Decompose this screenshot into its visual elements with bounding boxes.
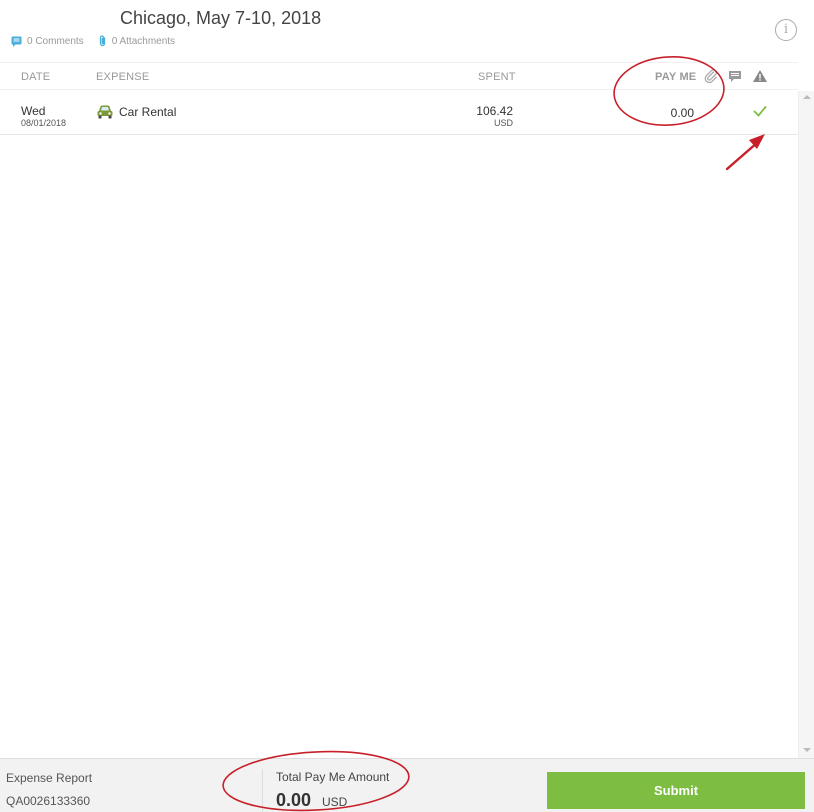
table-row[interactable]: Wed 08/01/2018 Car Rental 106.42 USD 0.0… (0, 91, 798, 135)
annotation-arrow (725, 134, 765, 171)
row-pay-me-amount: 0.00 (670, 106, 694, 120)
comments-count: 0 Comments (27, 35, 84, 47)
car-icon (97, 105, 113, 119)
total-pay-me-amount: 0.00 (276, 790, 312, 810)
attachments-count: 0 Attachments (111, 35, 176, 47)
checkmark-icon (753, 106, 767, 117)
report-footer: Expense Report QA0026133360 Total Pay Me… (0, 758, 814, 812)
comment-icon (11, 36, 22, 47)
submit-button[interactable]: Submit (547, 772, 805, 809)
row-date: 08/01/2018 (21, 118, 67, 128)
report-title: Chicago, May 7-10, 2018 (120, 8, 322, 28)
column-expense[interactable]: Expense (96, 71, 149, 83)
row-spent-amount: 106.42 (476, 104, 513, 118)
info-icon[interactable]: i (775, 19, 797, 41)
attachments-link[interactable]: 0 Attachments (98, 35, 175, 47)
report-id: QA0026133360 (6, 794, 91, 808)
report-meta: 0 Comments 0 Attachments (11, 35, 175, 47)
paperclip-icon (704, 69, 717, 84)
row-spent-currency: USD (493, 118, 513, 128)
report-type-label: Expense Report (6, 771, 93, 785)
column-pay-me[interactable]: Pay Me (655, 71, 696, 83)
paperclip-icon (99, 35, 105, 47)
comments-link[interactable]: 0 Comments (11, 36, 84, 47)
row-day: Wed (21, 104, 46, 118)
footer-divider (262, 769, 263, 812)
scrollbar[interactable] (798, 91, 814, 758)
column-date[interactable]: Date (21, 71, 50, 83)
total-pay-me-currency: USD (322, 795, 348, 809)
column-spent[interactable]: Spent (478, 71, 516, 83)
warning-icon (753, 70, 767, 82)
scroll-up-icon[interactable] (803, 95, 811, 99)
scroll-down-icon[interactable] (803, 748, 811, 752)
total-pay-me-label: Total Pay Me Amount (276, 770, 390, 784)
row-expense-name: Car Rental (119, 105, 177, 119)
expense-table-header: Date Expense Spent Pay Me (0, 62, 798, 90)
comment-icon (729, 71, 741, 82)
